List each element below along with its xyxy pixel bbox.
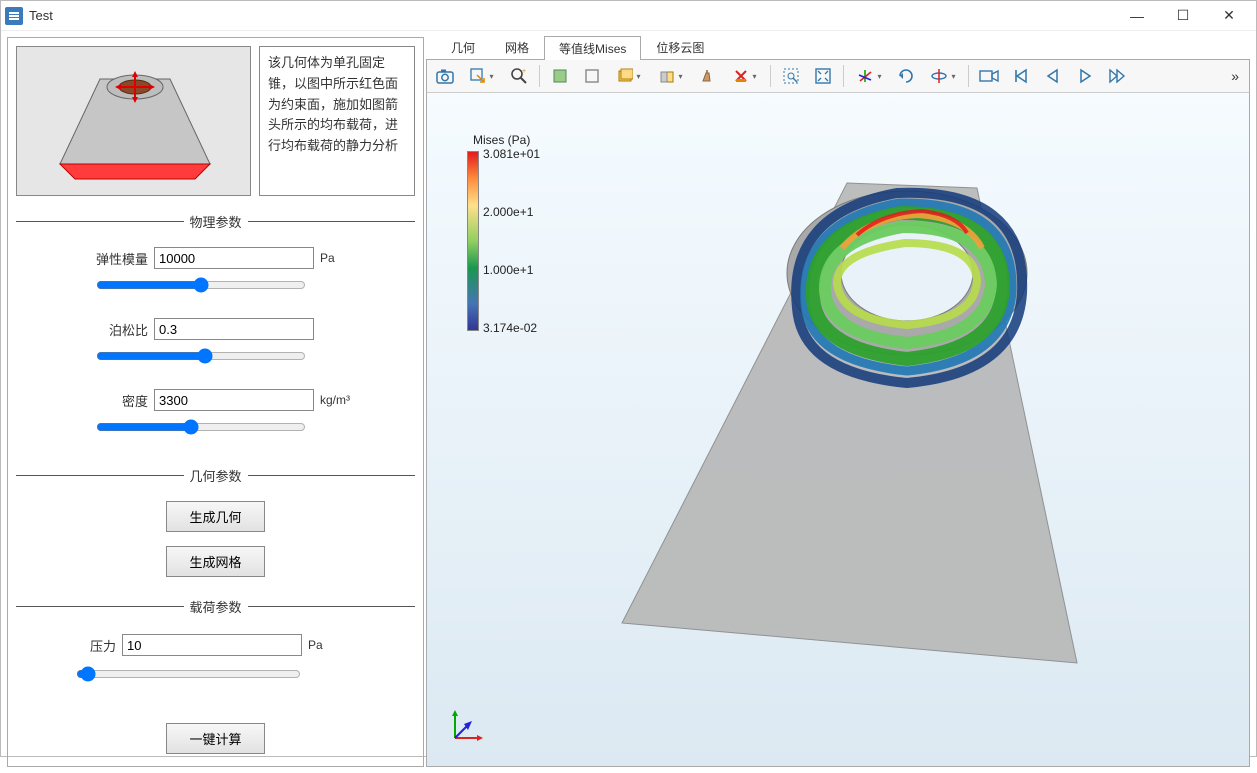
section-physical: 物理参数 bbox=[16, 212, 415, 231]
density-slider[interactable] bbox=[96, 419, 306, 435]
snapshot-icon[interactable] bbox=[431, 63, 459, 89]
tab-geometry[interactable]: 几何 bbox=[436, 35, 490, 59]
view-tabs: 几何 网格 等值线Mises 位移云图 bbox=[426, 37, 1250, 59]
cone-preview-icon bbox=[55, 69, 215, 189]
export-image-icon[interactable] bbox=[463, 63, 501, 89]
elastic-modulus-slider[interactable] bbox=[96, 277, 306, 293]
zoom-selection-icon[interactable] bbox=[777, 63, 805, 89]
tab-displacement[interactable]: 位移云图 bbox=[641, 35, 719, 59]
axis-triad-icon bbox=[447, 706, 487, 746]
zoom-icon[interactable]: + bbox=[505, 63, 533, 89]
tab-contour-mises[interactable]: 等值线Mises bbox=[544, 36, 641, 60]
select-object-icon[interactable] bbox=[546, 63, 574, 89]
pressure-slider[interactable] bbox=[76, 666, 301, 682]
mises-contour-render bbox=[427, 93, 1247, 753]
parameter-panel: 该几何体为单孔固定锥，以图中所示红色面为约束面，施加如图箭头所示的均布载荷，进行… bbox=[7, 37, 424, 767]
clear-icon[interactable] bbox=[694, 63, 722, 89]
description-box: 该几何体为单孔固定锥，以图中所示红色面为约束面，施加如图箭头所示的均布载荷，进行… bbox=[259, 46, 415, 196]
first-frame-icon[interactable] bbox=[1007, 63, 1035, 89]
rotate-axis-icon[interactable] bbox=[924, 63, 962, 89]
camera-view-icon[interactable] bbox=[975, 63, 1003, 89]
next-frame-icon[interactable] bbox=[1103, 63, 1131, 89]
app-window: Test — ☐ ✕ bbox=[0, 0, 1257, 757]
close-button[interactable]: ✕ bbox=[1206, 1, 1252, 31]
section-geometry: 几何参数 bbox=[16, 466, 415, 485]
view-toolbar: + » bbox=[426, 59, 1250, 93]
svg-text:+: + bbox=[522, 68, 526, 75]
elastic-modulus-label: 弹性模量 bbox=[96, 249, 148, 268]
section-load: 载荷参数 bbox=[16, 597, 415, 616]
poisson-ratio-label: 泊松比 bbox=[96, 320, 148, 339]
tab-mesh[interactable]: 网格 bbox=[490, 35, 544, 59]
poisson-ratio-slider[interactable] bbox=[96, 348, 306, 364]
select-boundary-icon[interactable] bbox=[610, 63, 648, 89]
minimize-button[interactable]: — bbox=[1114, 1, 1160, 31]
measure-delete-icon[interactable] bbox=[726, 63, 764, 89]
title-bar: Test — ☐ ✕ bbox=[1, 1, 1256, 31]
window-title: Test bbox=[29, 8, 53, 23]
density-label: 密度 bbox=[96, 391, 148, 410]
elastic-modulus-input[interactable] bbox=[154, 247, 314, 269]
play-backward-icon[interactable] bbox=[1039, 63, 1067, 89]
app-icon bbox=[5, 7, 23, 25]
pressure-unit: Pa bbox=[308, 638, 323, 652]
pressure-label: 压力 bbox=[76, 636, 116, 655]
geometry-preview bbox=[16, 46, 251, 196]
play-forward-icon[interactable] bbox=[1071, 63, 1099, 89]
rotate-icon[interactable] bbox=[892, 63, 920, 89]
visualization-panel: 几何 网格 等值线Mises 位移云图 + bbox=[426, 37, 1250, 767]
generate-geometry-button[interactable]: 生成几何 bbox=[166, 501, 264, 532]
client-area: 该几何体为单孔固定锥，以图中所示红色面为约束面，施加如图箭头所示的均布载荷，进行… bbox=[1, 31, 1256, 773]
toolbar-overflow[interactable]: » bbox=[1225, 68, 1245, 84]
elastic-unit: Pa bbox=[320, 251, 335, 265]
axis-orientation-icon[interactable] bbox=[850, 63, 888, 89]
poisson-ratio-input[interactable] bbox=[154, 318, 314, 340]
maximize-button[interactable]: ☐ bbox=[1160, 1, 1206, 31]
density-unit: kg/m³ bbox=[320, 393, 350, 407]
select-domain-icon[interactable] bbox=[578, 63, 606, 89]
compute-button[interactable]: 一键计算 bbox=[166, 723, 264, 754]
zoom-extents-icon[interactable] bbox=[809, 63, 837, 89]
visibility-icon[interactable] bbox=[652, 63, 690, 89]
pressure-input[interactable] bbox=[122, 634, 302, 656]
generate-mesh-button[interactable]: 生成网格 bbox=[166, 546, 264, 577]
3d-viewport[interactable]: Mises (Pa) 3.081e+01 2.000e+1 1.000e+1 3… bbox=[426, 93, 1250, 767]
density-input[interactable] bbox=[154, 389, 314, 411]
